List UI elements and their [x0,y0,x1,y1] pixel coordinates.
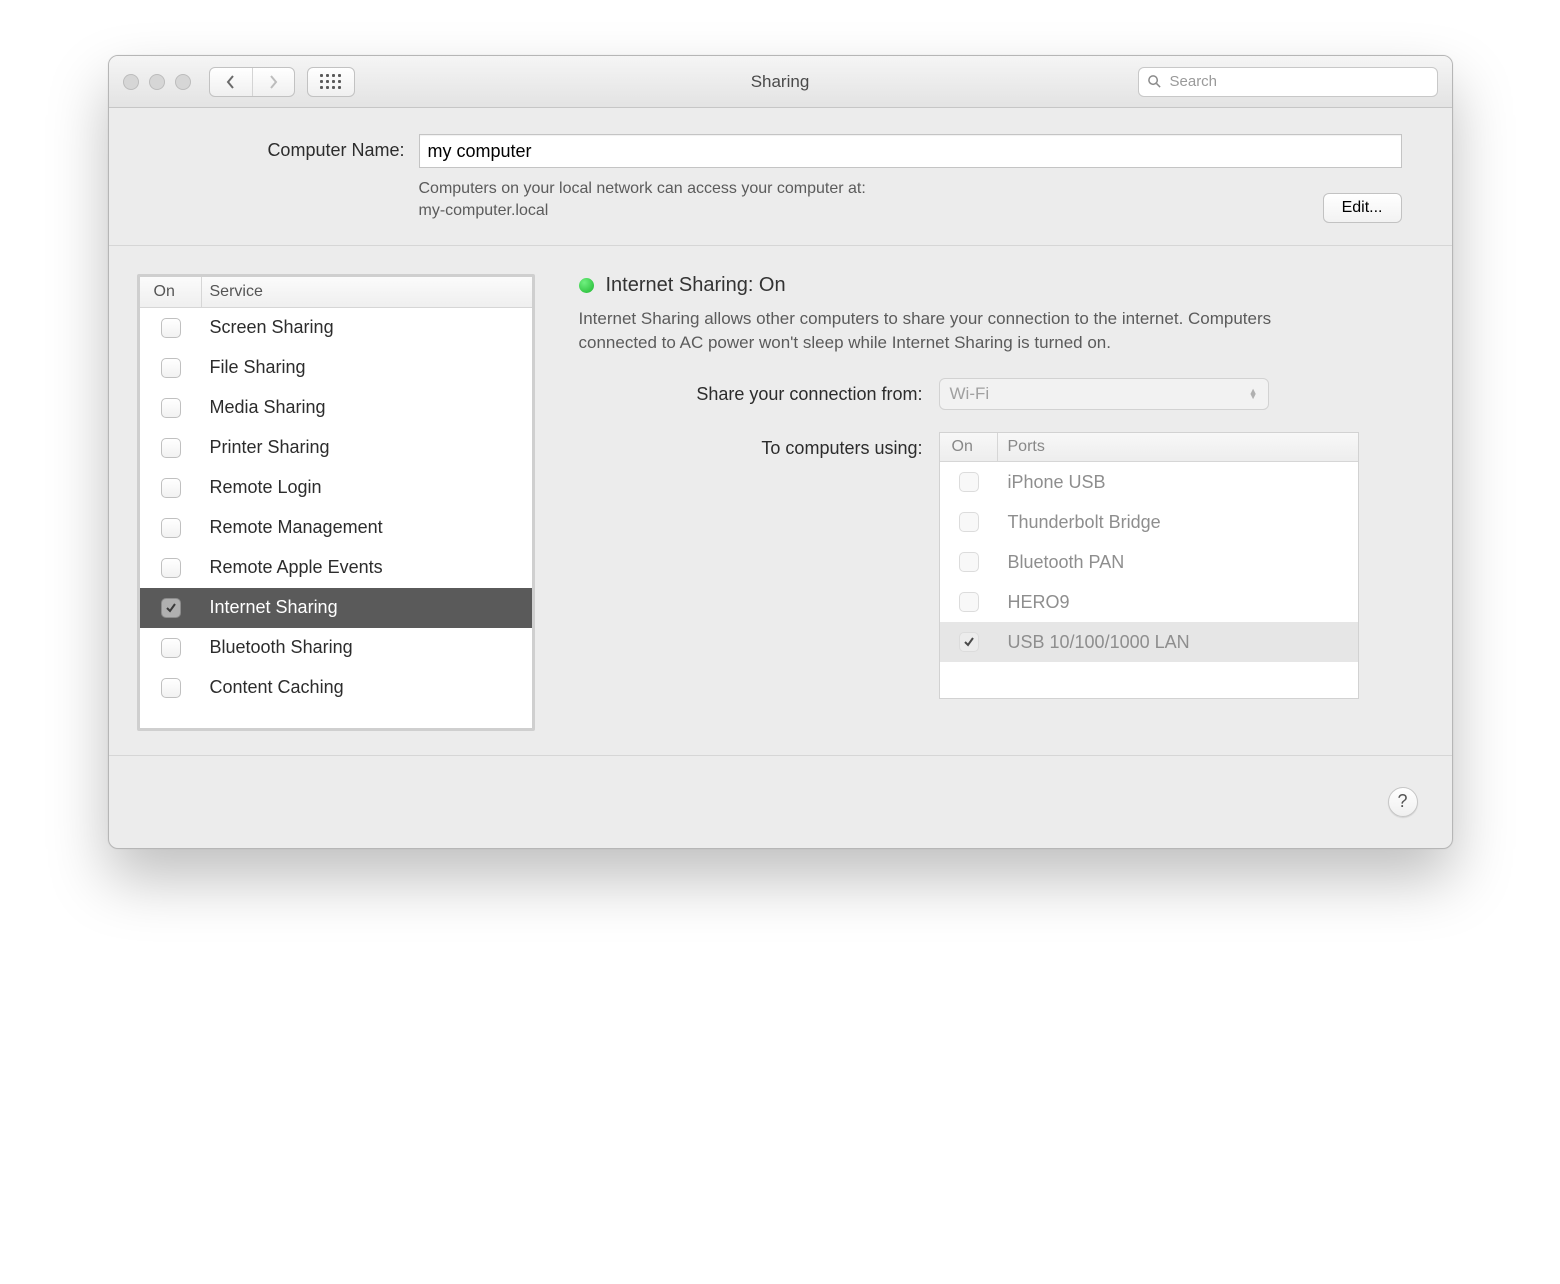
forward-button[interactable] [252,68,294,96]
port-name: Thunderbolt Bridge [998,512,1358,533]
chevron-left-icon [225,75,237,89]
grid-icon [320,74,341,89]
service-row[interactable]: Printer Sharing [140,428,532,468]
service-row[interactable]: Content Caching [140,668,532,708]
checkbox[interactable] [959,472,979,492]
ports-header: On Ports [940,433,1358,462]
close-window-button[interactable] [123,74,139,90]
zoom-window-button[interactable] [175,74,191,90]
port-row[interactable]: Bluetooth PAN [940,542,1358,582]
ports-header-on: On [940,433,998,461]
help-button[interactable]: ? [1388,787,1418,817]
window-controls [123,74,191,90]
checkbox[interactable] [161,678,181,698]
services-header-service: Service [202,277,532,307]
service-row[interactable]: Screen Sharing [140,308,532,348]
port-name: Bluetooth PAN [998,552,1358,573]
port-row[interactable]: Thunderbolt Bridge [940,502,1358,542]
computer-name-label: Computer Name: [159,134,419,161]
edit-hostname-button[interactable]: Edit... [1323,193,1402,223]
service-name: Content Caching [202,677,532,698]
services-header-on: On [140,277,202,307]
service-row[interactable]: File Sharing [140,348,532,388]
computer-name-subtext: Computers on your local network can acce… [419,178,1307,223]
checkbox[interactable] [161,638,181,658]
service-name: Internet Sharing [202,597,532,618]
services-header: On Service [140,277,532,308]
select-stepper-icon: ▲▼ [1249,389,1258,399]
computer-name-section: Computer Name: Computers on your local n… [109,108,1452,246]
titlebar: Sharing [109,56,1452,108]
service-row[interactable]: Internet Sharing [140,588,532,628]
service-detail: Internet Sharing: On Internet Sharing al… [579,274,1402,731]
service-name: Media Sharing [202,397,532,418]
service-row[interactable]: Remote Apple Events [140,548,532,588]
service-name: Printer Sharing [202,437,532,458]
service-row[interactable]: Bluetooth Sharing [140,628,532,668]
computer-name-input[interactable] [419,134,1402,168]
search-input[interactable] [1168,72,1429,91]
service-name: Screen Sharing [202,317,532,338]
checkbox[interactable] [161,358,181,378]
sharing-preferences-window: Sharing Computer Name: Computers on your… [108,55,1453,849]
checkbox[interactable] [959,512,979,532]
checkbox[interactable] [161,398,181,418]
chevron-right-icon [267,75,279,89]
back-button[interactable] [210,68,252,96]
ports-table-tail [940,662,1358,698]
computer-hostname: my-computer.local [419,200,1307,222]
checkbox[interactable] [161,478,181,498]
minimize-window-button[interactable] [149,74,165,90]
service-name: Bluetooth Sharing [202,637,532,658]
search-field[interactable] [1138,67,1438,97]
share-from-label: Share your connection from: [579,384,939,405]
port-name: iPhone USB [998,472,1358,493]
nav-back-forward [209,67,295,97]
port-row[interactable]: USB 10/100/1000 LAN [940,622,1358,662]
services-list[interactable]: Screen Sharing File Sharing Media Sharin… [140,308,532,728]
checkbox[interactable] [161,598,181,618]
service-row[interactable]: Media Sharing [140,388,532,428]
search-icon [1147,74,1162,89]
status-indicator-icon [579,278,594,293]
computer-name-desc-line: Computers on your local network can acce… [419,180,866,197]
service-row[interactable]: Remote Login [140,468,532,508]
checkbox[interactable] [161,518,181,538]
ports-list[interactable]: iPhone USB Thunderbolt Bridge Bluetooth … [940,462,1358,662]
service-name: Remote Management [202,517,532,538]
service-description: Internet Sharing allows other computers … [579,307,1339,356]
ports-table: On Ports iPhone USB Thunderbolt Bridge B… [939,432,1359,699]
checkbox[interactable] [161,438,181,458]
services-panel: On Service Screen Sharing File Sharing M… [137,274,535,731]
footer: ? [109,756,1452,848]
share-from-select[interactable]: Wi-Fi ▲▼ [939,378,1269,410]
checkbox[interactable] [959,632,979,652]
checkbox[interactable] [161,318,181,338]
service-name: Remote Login [202,477,532,498]
checkmark-icon [963,636,975,648]
service-name: Remote Apple Events [202,557,532,578]
port-name: HERO9 [998,592,1358,613]
main-area: On Service Screen Sharing File Sharing M… [109,246,1452,756]
service-name: File Sharing [202,357,532,378]
service-row[interactable]: Remote Management [140,508,532,548]
port-name: USB 10/100/1000 LAN [998,632,1358,653]
checkmark-icon [165,602,177,614]
status-line: Internet Sharing: On [579,274,1402,297]
share-from-value: Wi-Fi [950,384,990,404]
checkbox[interactable] [959,592,979,612]
checkbox[interactable] [959,552,979,572]
checkbox[interactable] [161,558,181,578]
to-computers-label: To computers using: [579,432,939,459]
port-row[interactable]: iPhone USB [940,462,1358,502]
ports-header-ports: Ports [998,433,1358,461]
show-all-button[interactable] [307,67,355,97]
status-title: Internet Sharing: On [606,274,786,297]
port-row[interactable]: HERO9 [940,582,1358,622]
